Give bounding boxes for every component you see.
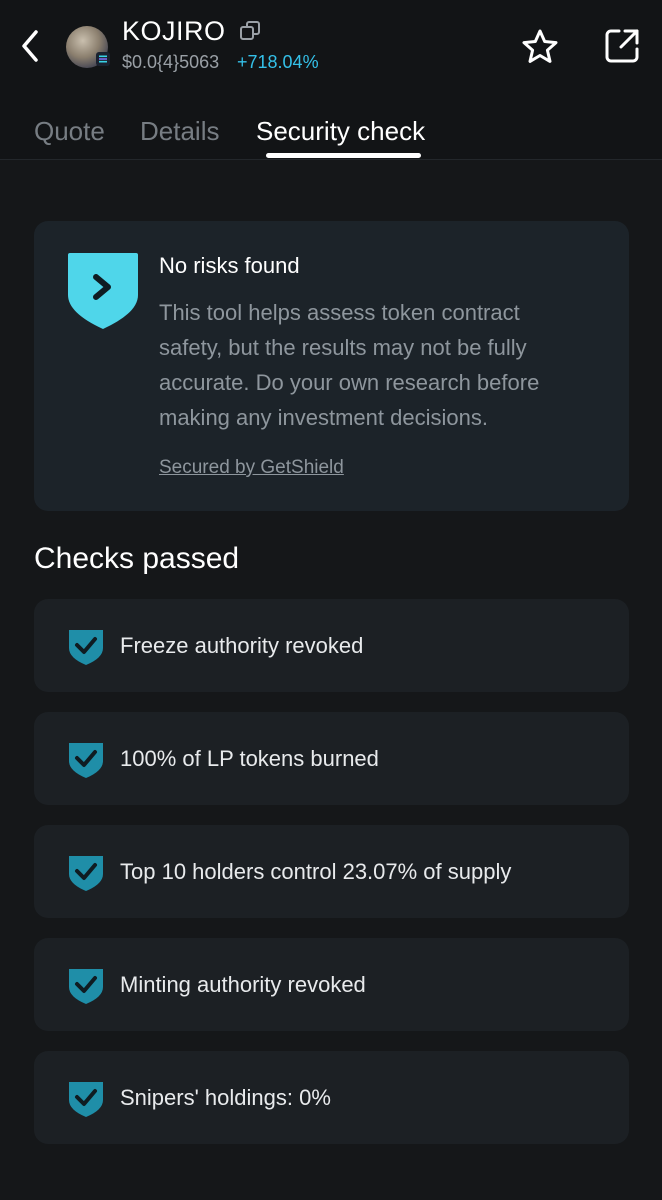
- back-button[interactable]: [12, 26, 48, 66]
- check-shield-icon: [68, 628, 104, 671]
- check-label: Top 10 holders control 23.07% of supply: [120, 859, 512, 884]
- chevron-left-icon: [22, 30, 38, 62]
- favorite-button[interactable]: [520, 27, 560, 72]
- check-label: 100% of LP tokens burned: [120, 746, 379, 771]
- check-freeze-authority: Freeze authority revoked: [34, 599, 629, 692]
- check-minting-authority: Minting authority revoked: [34, 938, 629, 1031]
- checks-list: Freeze authority revoked 100% of LP toke…: [34, 599, 629, 1164]
- tab-security-check[interactable]: Security check: [256, 116, 425, 147]
- check-shield-icon: [68, 854, 104, 897]
- tab-details[interactable]: Details: [140, 116, 219, 147]
- check-label: Minting authority revoked: [120, 972, 366, 997]
- token-price: $0.0{4}5063: [122, 52, 220, 72]
- check-lp-burned: 100% of LP tokens burned: [34, 712, 629, 805]
- chain-badge-icon: [96, 52, 110, 66]
- price-change: +718.04%: [237, 52, 319, 72]
- token-avatar: [66, 26, 110, 68]
- risk-description: This tool helps assess token contract sa…: [159, 300, 540, 430]
- check-top-holders: Top 10 holders control 23.07% of supply: [34, 825, 629, 918]
- checks-section-title: Checks passed: [34, 542, 240, 575]
- token-header: KOJIRO $0.0{4}5063 +718.04% Quote Detail…: [0, 0, 662, 160]
- share-button[interactable]: [603, 27, 641, 70]
- active-tab-indicator: [266, 153, 421, 158]
- check-label: Snipers' holdings: 0%: [120, 1085, 331, 1110]
- share-icon: [605, 29, 639, 63]
- risk-title: No risks found: [159, 253, 300, 278]
- check-shield-icon: [68, 741, 104, 784]
- getshield-link[interactable]: Secured by GetShield: [159, 457, 344, 479]
- shield-icon: [66, 251, 140, 336]
- check-shield-icon: [68, 1080, 104, 1123]
- check-shield-icon: [68, 967, 104, 1010]
- security-summary-card: No risks found This tool helps assess to…: [34, 221, 629, 511]
- token-name: KOJIRO: [122, 16, 226, 46]
- check-snipers-holdings: Snipers' holdings: 0%: [34, 1051, 629, 1144]
- check-label: Freeze authority revoked: [120, 633, 364, 658]
- tab-quote[interactable]: Quote: [34, 116, 105, 147]
- star-icon: [522, 29, 558, 63]
- tab-bar: Quote Details Security check: [0, 100, 662, 160]
- copy-icon[interactable]: [239, 20, 261, 47]
